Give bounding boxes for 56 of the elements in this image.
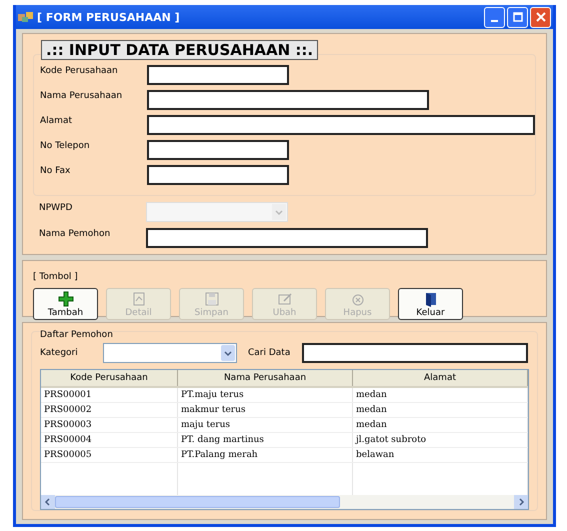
table-cell: belawan — [353, 448, 528, 462]
scroll-right-icon[interactable] — [514, 495, 528, 509]
field-label: Nama Pemohon — [39, 228, 112, 239]
scroll-left-icon[interactable] — [41, 495, 55, 509]
field-label: Alamat — [40, 115, 73, 126]
table-cell: PRS00003 — [41, 418, 178, 432]
app-icon — [18, 11, 34, 23]
maximize-button[interactable] — [507, 6, 528, 28]
table-cell: medan — [353, 403, 528, 417]
input-field[interactable] — [147, 90, 429, 110]
column-header[interactable]: Alamat — [353, 370, 528, 386]
input-field[interactable] — [147, 65, 289, 85]
input-field[interactable] — [147, 115, 535, 135]
save-icon — [204, 290, 220, 306]
input-field[interactable] — [147, 140, 289, 160]
panel-title: [ Tombol ] — [33, 272, 78, 282]
dropdown[interactable] — [103, 343, 237, 363]
table-cell: PT.maju terus — [178, 388, 353, 402]
edit-icon — [276, 290, 292, 306]
field-label: NPWPD — [39, 202, 74, 213]
window-title: [ FORM PERUSAHAAN ] — [37, 10, 180, 24]
close-button[interactable] — [530, 6, 551, 28]
table-cell: PRS00002 — [41, 403, 178, 417]
field-label: No Telepon — [40, 140, 91, 151]
toolbar-button[interactable]: Keluar — [398, 288, 463, 320]
table-cell: PT.Palang merah — [178, 448, 353, 462]
table-cell: medan — [353, 418, 528, 432]
document-icon — [130, 290, 146, 306]
table-cell: jl.gatot subroto — [353, 433, 528, 447]
group-title: Daftar Pemohon — [40, 330, 114, 340]
table-cell: makmur terus — [178, 403, 353, 417]
minimize-button[interactable] — [484, 6, 505, 28]
table-cell: PRS00004 — [41, 433, 178, 447]
field-label: Kode Perusahaan — [40, 65, 119, 76]
column-header[interactable]: Kode Perusahaan — [41, 370, 178, 386]
field-label: No Fax — [40, 165, 72, 176]
field-label: Nama Perusahaan — [40, 90, 124, 101]
form-heading: .:: INPUT DATA PERUSAHAAN ::. — [41, 40, 318, 60]
table-cell: PT. dang martinus — [178, 433, 353, 447]
column-header[interactable]: Nama Perusahaan — [178, 370, 353, 386]
plus-icon — [58, 290, 74, 306]
scrollbar-thumb[interactable] — [55, 496, 340, 508]
toolbar-button[interactable]: Tambah — [33, 288, 98, 320]
table-cell: PRS00005 — [41, 448, 178, 462]
input-field[interactable] — [147, 165, 289, 185]
table-cell: medan — [353, 388, 528, 402]
horizontal-scrollbar[interactable] — [41, 495, 528, 509]
input-field[interactable] — [146, 228, 428, 248]
minimize-icon — [491, 20, 498, 22]
field-label: Kategori — [40, 348, 79, 358]
table-cell: PRS00001 — [41, 388, 178, 402]
table-cell: maju terus — [178, 418, 353, 432]
field-label: Cari Data — [248, 348, 292, 358]
search-field[interactable] — [302, 343, 528, 363]
maximize-icon — [512, 12, 522, 22]
close-icon — [536, 12, 546, 22]
